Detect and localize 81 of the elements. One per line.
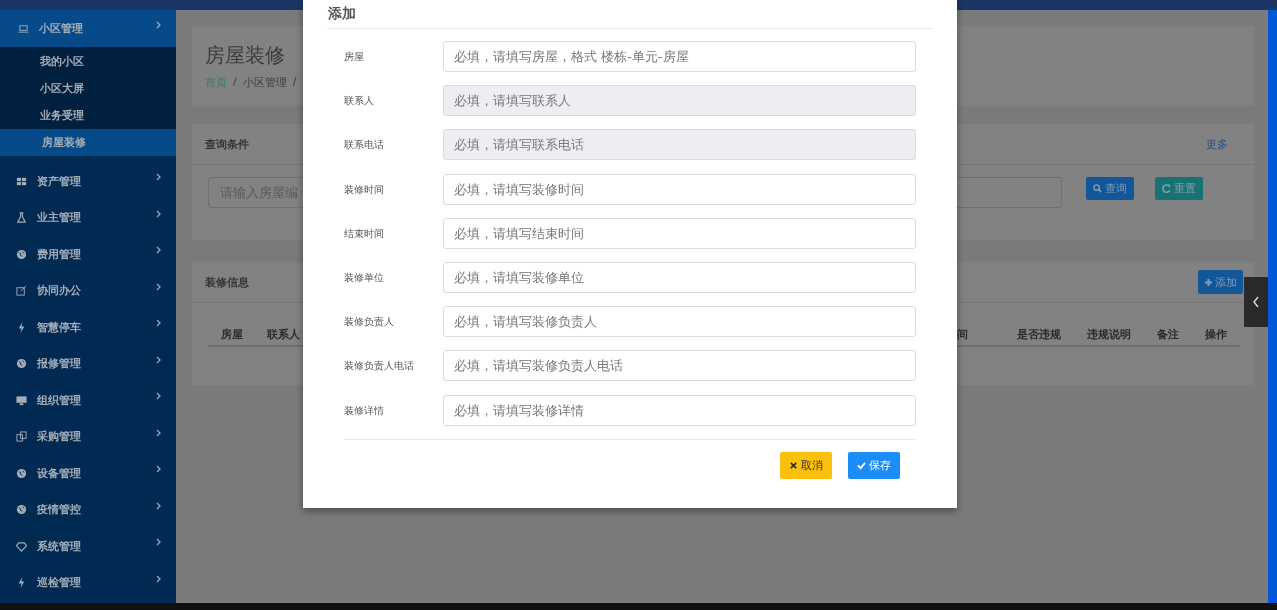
input-field[interactable]: 必填，请填写房屋，格式 楼栋-单元-房屋	[443, 41, 916, 72]
chevron-icon	[156, 355, 162, 364]
column-header: 联系人	[267, 327, 300, 342]
chevron-icon	[156, 20, 162, 29]
globe-icon	[16, 467, 27, 479]
grid-icon	[16, 175, 27, 187]
column-header: 操作	[1204, 327, 1228, 342]
chevron-icon	[156, 173, 162, 182]
field-label: 装修详情	[344, 403, 385, 418]
input-field[interactable]: 必填，请填写装修单位	[443, 261, 916, 293]
submenu-item[interactable]: 房屋装修	[0, 129, 176, 156]
sidebar-item[interactable]: 采购管理	[0, 418, 176, 455]
dialog-title: 添加	[327, 0, 933, 29]
column-header: 是否违规	[1016, 327, 1062, 342]
submenu-item[interactable]: 小区大屏	[0, 75, 176, 102]
sidebar-item[interactable]: 系统管理	[0, 528, 176, 565]
chevron-icon	[156, 501, 162, 510]
field-label: 结束时间	[344, 226, 385, 241]
diamond-icon	[16, 540, 27, 552]
copy-icon	[16, 431, 27, 443]
sidebar-item[interactable]: 业主管理	[0, 199, 176, 236]
search-icon	[1093, 184, 1102, 193]
sidebar-item[interactable]: 小区管理	[0, 10, 176, 47]
sidebar-item[interactable]: 巡检管理	[0, 564, 176, 601]
column-header: 备注	[1156, 327, 1180, 342]
chevron-icon	[156, 392, 162, 401]
submenu-item[interactable]: 业务受理	[0, 102, 176, 129]
sidebar-item[interactable]: 资产管理	[0, 163, 176, 200]
sidebar-item[interactable]: 设备管理	[0, 455, 176, 492]
edit-icon	[16, 285, 27, 297]
column-header: 违规说明	[1086, 327, 1132, 342]
field-label: 装修时间	[344, 182, 385, 197]
chevron-icon	[156, 209, 162, 218]
card-title: 装修信息	[205, 274, 249, 290]
field-label: 装修单位	[344, 270, 385, 285]
input-field[interactable]: 必填，请填写装修负责人电话	[443, 350, 916, 382]
card-title: 查询条件	[205, 136, 249, 152]
chevron-icon	[156, 246, 162, 255]
chevron-icon	[156, 282, 162, 291]
field-label: 装修负责人	[344, 315, 395, 330]
collapse-tab[interactable]	[1244, 277, 1268, 327]
page-title: 房屋装修	[205, 42, 285, 69]
field-label: 房屋	[344, 50, 365, 64]
globe-icon	[16, 504, 27, 516]
sidebar-item[interactable]: 协同办公	[0, 272, 176, 309]
input-field[interactable]: 必填，请填写装修时间	[443, 173, 916, 205]
column-header: 房屋	[221, 327, 243, 342]
submenu-item[interactable]: 我的小区	[0, 48, 176, 75]
monitor-icon	[16, 394, 27, 406]
field-label: 装修负责人电话	[344, 359, 415, 374]
chevron-icon	[156, 319, 162, 328]
chevron-icon	[156, 574, 162, 583]
save-button[interactable]: 保存	[848, 451, 900, 479]
globe-icon	[16, 358, 27, 370]
sidebar-item[interactable]: 疫情管控	[0, 491, 176, 528]
input-field[interactable]: 必填，请填写结束时间	[443, 217, 916, 249]
bolt-icon	[16, 577, 27, 589]
bolt-icon	[16, 321, 27, 333]
sidebar-item[interactable]: 智慧停车	[0, 309, 176, 346]
field-label: 联系电话	[344, 138, 385, 153]
input-field[interactable]: 必填，请填写装修详情	[443, 394, 916, 426]
chevron-icon	[156, 465, 162, 474]
cancel-button[interactable]: 取消	[780, 451, 832, 479]
check-icon	[857, 460, 866, 470]
breadcrumb-separator: /	[292, 75, 297, 90]
chevron-left-icon	[1252, 296, 1260, 308]
chevron-icon	[156, 538, 162, 547]
sidebar-item[interactable]: 报修管理	[0, 345, 176, 382]
globe-icon	[16, 248, 27, 260]
plus-icon	[1204, 277, 1213, 287]
field-label: 联系人	[344, 94, 375, 109]
column-header: 间	[956, 327, 969, 342]
breadcrumb-separator: /	[233, 75, 237, 90]
sidebar-item[interactable]: 费用管理	[0, 236, 176, 273]
refresh-icon	[1162, 184, 1171, 193]
flask-icon	[16, 212, 27, 224]
close-icon	[789, 460, 798, 470]
input-field[interactable]: 必填，请填写装修负责人	[443, 306, 916, 338]
laptop-icon	[18, 23, 29, 34]
chevron-icon	[156, 428, 162, 437]
sidebar-item[interactable]: 组织管理	[0, 382, 176, 419]
